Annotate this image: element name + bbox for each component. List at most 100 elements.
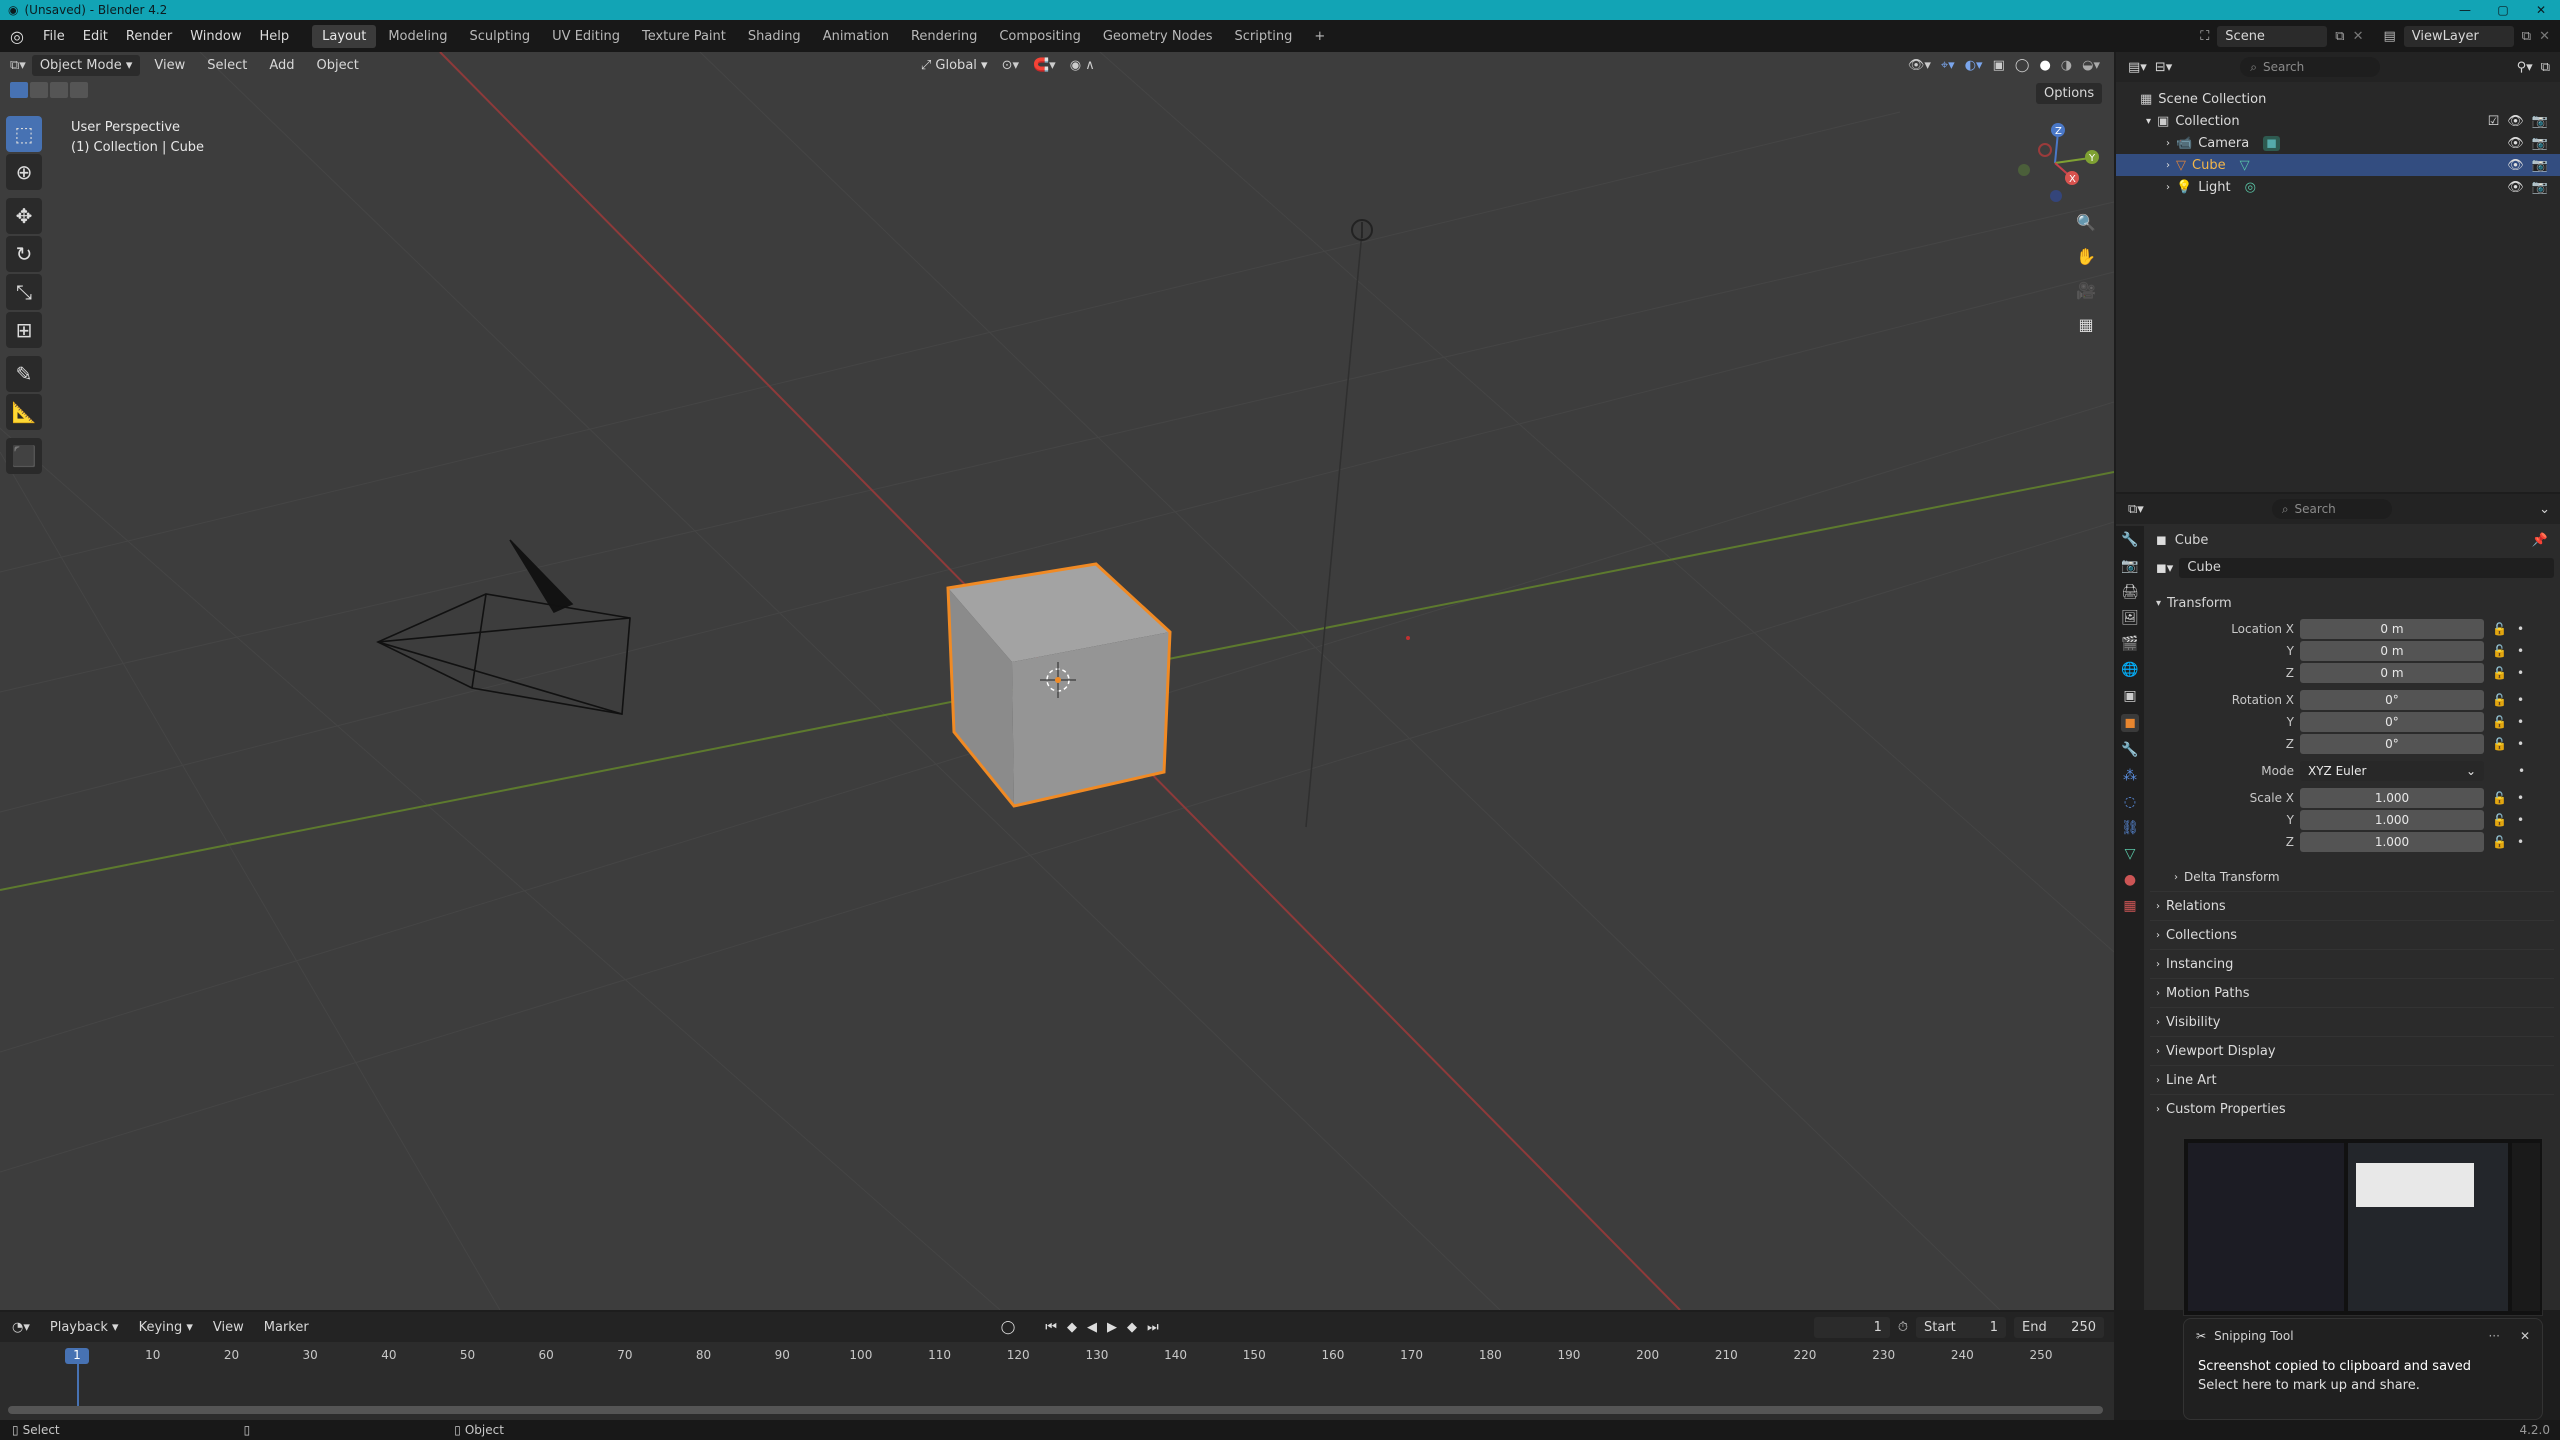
keying-menu[interactable]: Keying ▾ xyxy=(131,1317,201,1338)
new-scene-icon[interactable]: ⧉ xyxy=(2335,29,2344,44)
gizmo-toggle-icon[interactable]: ⌖▾ xyxy=(1941,58,1955,73)
lock-icon[interactable]: 🔓 xyxy=(2492,644,2507,658)
line-art-section[interactable]: › Line Art xyxy=(2150,1065,2554,1094)
keyframe-dot-icon[interactable]: • xyxy=(2517,622,2524,636)
keyframe-dot-icon[interactable]: • xyxy=(2517,791,2524,805)
collection-row[interactable]: ▾ ▣ Collection ☑ 👁 📷 xyxy=(2116,110,2560,132)
lock-icon[interactable]: 🔓 xyxy=(2492,835,2507,849)
select-menu[interactable]: Select xyxy=(199,55,255,76)
keyframe-dot-icon[interactable]: • xyxy=(2518,764,2525,778)
snap-icon[interactable]: 🧲▾ xyxy=(1033,58,1056,73)
texture-tab-icon[interactable]: ▦ xyxy=(2123,898,2136,914)
tab-texture-paint[interactable]: Texture Paint xyxy=(632,25,736,48)
lock-icon[interactable]: 🔓 xyxy=(2492,666,2507,680)
mesh-data-icon[interactable]: ▽ xyxy=(2240,158,2250,173)
light-data-icon[interactable]: ◎ xyxy=(2245,180,2256,195)
world-tab-icon[interactable]: 🌐 xyxy=(2121,662,2138,678)
expand-chevron-icon[interactable]: ▾ xyxy=(2146,116,2151,127)
menu-window[interactable]: Window xyxy=(181,29,250,44)
new-view-layer-icon[interactable]: ⧉ xyxy=(2522,29,2531,44)
lock-icon[interactable]: 🔓 xyxy=(2492,813,2507,827)
camera-view-icon[interactable]: 🎥 xyxy=(2074,278,2098,302)
tool-tab-icon[interactable]: 🔧 xyxy=(2121,532,2138,548)
tab-shading[interactable]: Shading xyxy=(738,25,811,48)
constraints-tab-icon[interactable]: ⛓ xyxy=(2121,820,2139,836)
filter-icon[interactable]: ⚲▾ xyxy=(2517,60,2533,75)
camera-data-icon[interactable]: ◼ xyxy=(2263,135,2281,151)
modifier-tab-icon[interactable]: 🔧 xyxy=(2121,742,2138,758)
data-tab-icon[interactable]: ▽ xyxy=(2125,846,2136,862)
annotate-tool-icon[interactable]: ✎ xyxy=(6,356,42,392)
tab-modeling[interactable]: Modeling xyxy=(378,25,457,48)
play-icon[interactable]: ▶ xyxy=(1107,1320,1117,1335)
cursor-tool-icon[interactable]: ⊕ xyxy=(6,154,42,190)
solid-shading-icon[interactable]: ● xyxy=(2039,58,2050,73)
current-frame-field[interactable]: 1 xyxy=(1813,1316,1890,1338)
location-y-field[interactable]: 0 m xyxy=(2300,641,2484,661)
keyframe-dot-icon[interactable]: • xyxy=(2517,644,2524,658)
more-options-icon[interactable]: ··· xyxy=(2488,1329,2499,1343)
select-new-icon[interactable] xyxy=(10,82,28,98)
overlay-toggle-icon[interactable]: ◐▾ xyxy=(1965,58,1983,73)
keyframe-dot-icon[interactable]: • xyxy=(2517,666,2524,680)
transform-tool-icon[interactable]: ⊞ xyxy=(6,312,42,348)
visibility-eye-icon[interactable]: 👁 xyxy=(2507,180,2524,195)
scene-collection-row[interactable]: ▦ Scene Collection xyxy=(2116,88,2560,110)
rotation-x-field[interactable]: 0° xyxy=(2300,690,2484,710)
scale-y-field[interactable]: 1.000 xyxy=(2300,810,2484,830)
material-shading-icon[interactable]: ◑ xyxy=(2061,58,2072,73)
tab-layout[interactable]: Layout xyxy=(312,24,377,48)
screenshot-preview-thumbnail[interactable] xyxy=(2183,1138,2543,1316)
tab-scripting[interactable]: Scripting xyxy=(1225,25,1303,48)
transform-section-header[interactable]: ▾ Transform xyxy=(2150,588,2554,618)
rendered-shading-icon[interactable]: ◒▾ xyxy=(2082,58,2100,73)
render-camera-icon[interactable]: 📷 xyxy=(2532,180,2548,195)
visibility-section[interactable]: › Visibility xyxy=(2150,1007,2554,1036)
timeline-view-menu[interactable]: View xyxy=(205,1317,252,1338)
playback-menu[interactable]: Playback ▾ xyxy=(42,1317,127,1338)
render-camera-icon[interactable]: 📷 xyxy=(2532,114,2548,129)
rotate-tool-icon[interactable]: ↻ xyxy=(6,236,42,272)
rotation-y-field[interactable]: 0° xyxy=(2300,712,2484,732)
lock-icon[interactable]: 🔓 xyxy=(2492,693,2507,707)
view-layer-tab-icon[interactable]: 🖼 xyxy=(2121,610,2139,626)
view-layer-selector[interactable]: ViewLayer xyxy=(2403,25,2514,47)
visibility-icon[interactable]: 👁▾ xyxy=(1908,58,1931,73)
tab-animation[interactable]: Animation xyxy=(813,25,899,48)
options-button[interactable]: Options xyxy=(2036,82,2103,104)
lock-icon[interactable]: 🔓 xyxy=(2492,791,2507,805)
lock-icon[interactable]: 🔓 xyxy=(2492,715,2507,729)
playhead-indicator[interactable]: 1 xyxy=(65,1348,89,1364)
output-tab-icon[interactable]: 🖨 xyxy=(2121,584,2139,600)
add-menu[interactable]: Add xyxy=(261,55,302,76)
select-box-tool-icon[interactable]: ⬚ xyxy=(6,116,42,152)
tab-rendering[interactable]: Rendering xyxy=(901,25,987,48)
outliner-item-cube[interactable]: › ▽ Cube ▽ 👁 📷 xyxy=(2116,154,2560,176)
scale-tool-icon[interactable]: ⤡ xyxy=(6,274,42,310)
viewport-canvas[interactable] xyxy=(0,52,2114,1310)
menu-edit[interactable]: Edit xyxy=(74,29,117,44)
keyframe-dot-icon[interactable]: • xyxy=(2517,835,2524,849)
view-menu[interactable]: View xyxy=(146,55,193,76)
tab-sculpting[interactable]: Sculpting xyxy=(459,25,540,48)
xray-icon[interactable]: ▣ xyxy=(1993,58,2005,73)
dropdown-icon[interactable]: ⌄ xyxy=(2539,502,2550,517)
render-tab-icon[interactable]: 📷 xyxy=(2121,558,2138,574)
timeline-track[interactable]: 10 20 30 40 50 60 70 80 90 100 110 120 130 140 150 160 1… xyxy=(0,1342,2114,1422)
instancing-section[interactable]: › Instancing xyxy=(2150,949,2554,978)
object-tab-icon[interactable]: ◼ xyxy=(2121,714,2139,732)
select-extend-icon[interactable] xyxy=(30,82,48,98)
menu-render[interactable]: Render xyxy=(117,29,181,44)
object-menu[interactable]: Object xyxy=(309,55,367,76)
motion-paths-section[interactable]: › Motion Paths xyxy=(2150,978,2554,1007)
outliner-editor-icon[interactable]: ▤▾ xyxy=(2128,60,2147,75)
tab-uv-editing[interactable]: UV Editing xyxy=(542,25,630,48)
material-tab-icon[interactable]: ● xyxy=(2124,872,2136,888)
jump-start-icon[interactable]: ⏮ xyxy=(1045,1320,1057,1335)
select-invert-icon[interactable] xyxy=(70,82,88,98)
orientation-selector[interactable]: ⤢ Global ▾ xyxy=(913,55,996,76)
render-camera-icon[interactable]: 📷 xyxy=(2532,158,2548,173)
render-camera-icon[interactable]: 📷 xyxy=(2532,136,2548,151)
location-x-field[interactable]: 0 m xyxy=(2300,619,2484,639)
add-cube-tool-icon[interactable]: ⬛ xyxy=(6,438,42,474)
